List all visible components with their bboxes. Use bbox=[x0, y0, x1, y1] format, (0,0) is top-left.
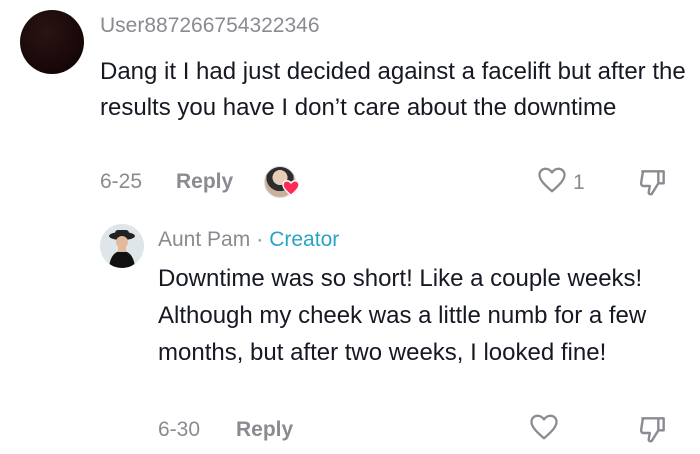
reply-author-name[interactable]: Aunt Pam bbox=[158, 228, 250, 252]
comment-reply-button[interactable]: Reply bbox=[176, 170, 233, 194]
creator-badge: Creator bbox=[269, 228, 340, 251]
comment-text: Dang it I had just decided against a fac… bbox=[100, 58, 686, 121]
reply-date: 6-30 bbox=[158, 418, 201, 441]
reply-author-line: Aunt Pam · Creator bbox=[158, 228, 339, 252]
thumbs-down-icon bbox=[637, 417, 669, 449]
commenter-avatar[interactable] bbox=[20, 10, 84, 74]
creator-heart-icon bbox=[282, 179, 300, 201]
comment-username[interactable]: User887266754322346 bbox=[100, 14, 320, 38]
reply-avatar[interactable] bbox=[100, 224, 144, 268]
reply-text: Downtime was so short! Like a couple wee… bbox=[158, 265, 647, 366]
comment-date: 6-25 bbox=[100, 170, 143, 193]
comment-like-button[interactable]: 1 bbox=[537, 166, 585, 199]
comment-like-count: 1 bbox=[573, 170, 585, 194]
separator-dot: · bbox=[256, 228, 264, 251]
heart-outline-icon bbox=[537, 166, 567, 199]
heart-outline-icon bbox=[529, 413, 559, 446]
comment-dislike-button[interactable] bbox=[637, 166, 669, 203]
reply-like-button[interactable] bbox=[529, 413, 559, 446]
reply-dislike-button[interactable] bbox=[637, 413, 669, 450]
reply-reply-button[interactable]: Reply bbox=[236, 418, 293, 442]
thumbs-down-icon bbox=[637, 170, 669, 202]
aunt-pam-avatar-image bbox=[100, 224, 144, 268]
